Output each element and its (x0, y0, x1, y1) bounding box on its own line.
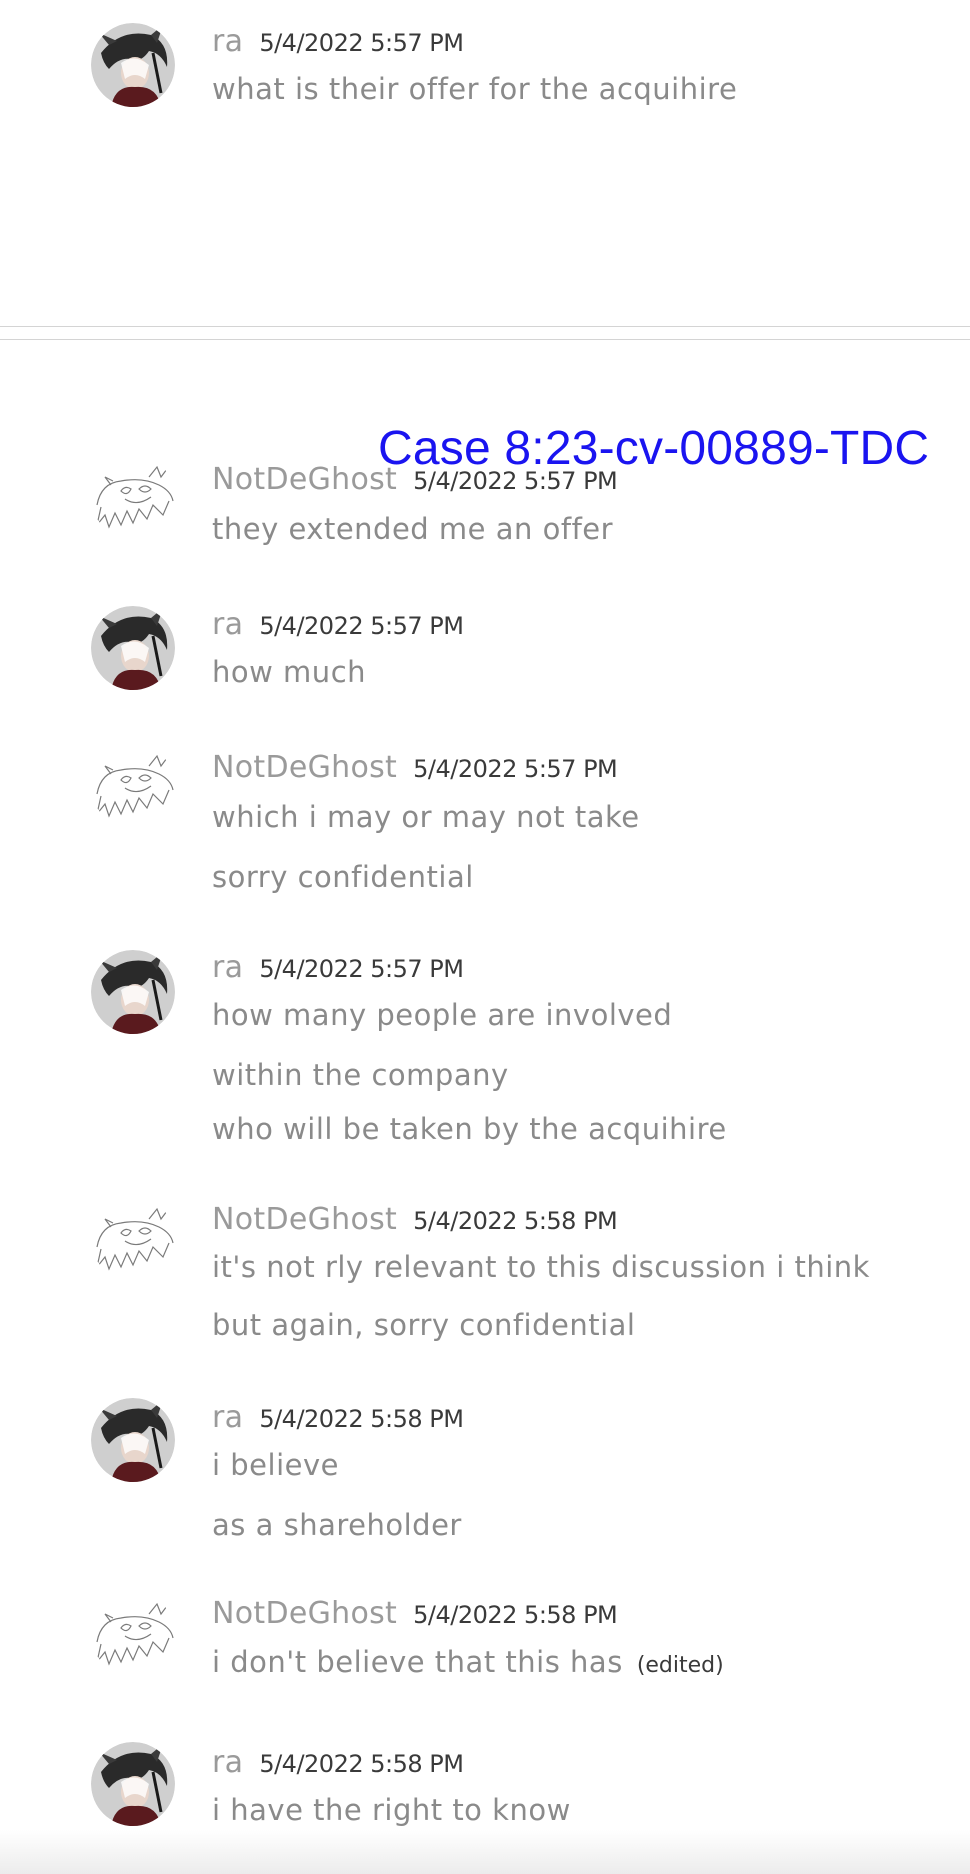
username[interactable]: ra (212, 24, 243, 59)
avatar[interactable] (91, 1398, 175, 1482)
message-text: sorry confidential (212, 860, 474, 894)
message-text-content: i don't believe that this has (212, 1645, 623, 1679)
message-header: ra 5/4/2022 5:57 PM (212, 24, 464, 59)
message-text: what is their offer for the acquihire (212, 72, 738, 106)
message-header: NotDeGhost 5/4/2022 5:58 PM (212, 1596, 618, 1631)
username[interactable]: NotDeGhost (212, 462, 397, 497)
message-header: ra 5/4/2022 5:57 PM (212, 607, 464, 642)
message-header: ra 5/4/2022 5:58 PM (212, 1745, 464, 1780)
avatar[interactable] (91, 950, 175, 1034)
scroll-fade (0, 1830, 970, 1874)
message-text: but again, sorry confidential (212, 1308, 636, 1342)
anime-avatar-icon (91, 950, 175, 1034)
timestamp[interactable]: 5/4/2022 5:57 PM (259, 955, 464, 983)
ghost-sketch-avatar-icon (91, 744, 175, 828)
avatar[interactable] (91, 1592, 175, 1676)
avatar[interactable] (91, 1197, 175, 1281)
avatar[interactable] (91, 23, 175, 107)
anime-avatar-icon (91, 1742, 175, 1826)
username[interactable]: ra (212, 607, 243, 642)
timestamp[interactable]: 5/4/2022 5:58 PM (413, 1601, 618, 1629)
message-text: how many people are involved (212, 998, 673, 1032)
avatar[interactable] (91, 744, 175, 828)
divider (0, 326, 970, 327)
username[interactable]: NotDeGhost (212, 1596, 397, 1631)
ghost-sketch-avatar-icon (91, 1592, 175, 1676)
username[interactable]: NotDeGhost (212, 1202, 397, 1237)
timestamp[interactable]: 5/4/2022 5:58 PM (259, 1750, 464, 1778)
avatar[interactable] (91, 606, 175, 690)
timestamp[interactable]: 5/4/2022 5:58 PM (259, 1405, 464, 1433)
divider (0, 339, 970, 340)
message-text: as a shareholder (212, 1508, 462, 1542)
avatar[interactable] (91, 1742, 175, 1826)
username[interactable]: ra (212, 950, 243, 985)
message-text: they extended me an offer (212, 512, 614, 546)
message-header: NotDeGhost 5/4/2022 5:57 PM (212, 750, 618, 785)
message-header: ra 5/4/2022 5:58 PM (212, 1400, 464, 1435)
message-text: i have the right to know (212, 1793, 571, 1827)
message-text: it's not rly relevant to this discussion… (212, 1250, 870, 1284)
message-text: which i may or may not take (212, 800, 640, 834)
message-header: ra 5/4/2022 5:57 PM (212, 950, 464, 985)
username[interactable]: ra (212, 1745, 243, 1780)
timestamp[interactable]: 5/4/2022 5:57 PM (259, 612, 464, 640)
edited-label: (edited) (636, 1653, 724, 1678)
timestamp[interactable]: 5/4/2022 5:58 PM (413, 1207, 618, 1235)
username[interactable]: NotDeGhost (212, 750, 397, 785)
username[interactable]: ra (212, 1400, 243, 1435)
message-text: i don't believe that this has (edited) (212, 1645, 724, 1679)
message-text: how much (212, 655, 367, 689)
ghost-sketch-avatar-icon (91, 455, 175, 539)
message-text: within the company (212, 1058, 509, 1092)
anime-avatar-icon (91, 606, 175, 690)
anime-avatar-icon (91, 1398, 175, 1482)
message-text: i believe (212, 1448, 339, 1482)
message-header: NotDeGhost 5/4/2022 5:58 PM (212, 1202, 618, 1237)
avatar[interactable] (91, 455, 175, 539)
case-stamp: Case 8:23-cv-00889-TDC (378, 422, 930, 475)
ghost-sketch-avatar-icon (91, 1197, 175, 1281)
timestamp[interactable]: 5/4/2022 5:57 PM (259, 29, 464, 57)
message-text: who will be taken by the acquihire (212, 1112, 727, 1146)
timestamp[interactable]: 5/4/2022 5:57 PM (413, 755, 618, 783)
anime-avatar-icon (91, 23, 175, 107)
